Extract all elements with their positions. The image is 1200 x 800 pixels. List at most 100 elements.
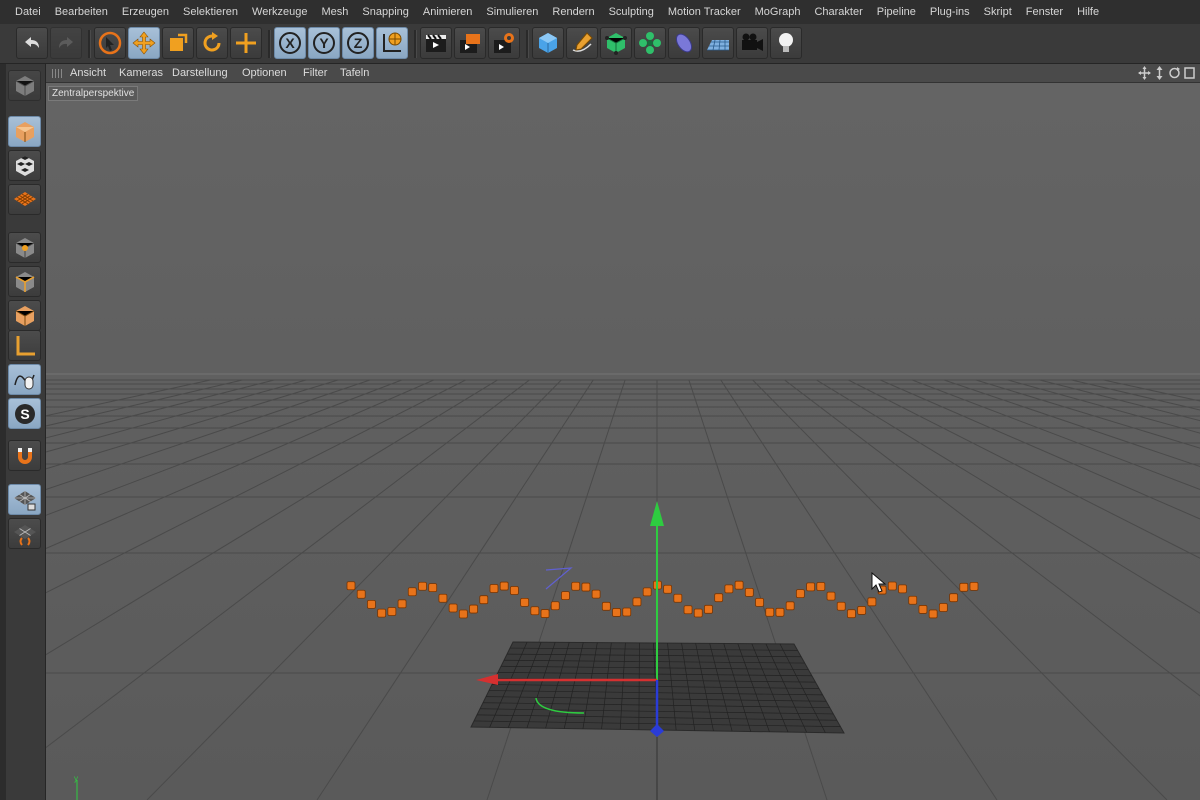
workplane-mode-button[interactable]	[8, 184, 41, 215]
cube-clone	[407, 587, 417, 597]
texture-mode-button[interactable]	[8, 150, 41, 181]
pen-spline-button[interactable]	[566, 27, 598, 59]
menu-mesh[interactable]: Mesh	[314, 6, 355, 18]
viewport-menu-tafeln[interactable]: Tafeln	[340, 67, 369, 79]
cube-clone	[806, 582, 815, 592]
3d-viewport[interactable]: y	[46, 83, 1200, 800]
floor-environment-button[interactable]	[702, 27, 734, 59]
cube-clone	[949, 593, 958, 603]
rotate-view-icon[interactable]	[1168, 66, 1181, 80]
cloner-button[interactable]	[634, 27, 666, 59]
edges-mode-button[interactable]	[8, 266, 41, 297]
pan-view-icon[interactable]	[1138, 66, 1151, 80]
menu-datei[interactable]: Datei	[8, 6, 48, 18]
menu-mograph[interactable]: MoGraph	[748, 6, 808, 18]
deformer-button[interactable]	[668, 27, 700, 59]
menu-hilfe[interactable]: Hilfe	[1070, 6, 1106, 18]
model-mode-icon	[15, 75, 34, 96]
menu-rendern[interactable]: Rendern	[545, 6, 601, 18]
cube-clone	[775, 607, 785, 617]
redo-button[interactable]	[50, 27, 82, 59]
menu-werkzeuge[interactable]: Werkzeuge	[245, 6, 314, 18]
menu-motion-tracker[interactable]: Motion Tracker	[661, 6, 748, 18]
points-mode-button[interactable]	[8, 232, 41, 263]
cube-clone	[765, 607, 775, 617]
polygons-mode-button[interactable]	[8, 300, 41, 331]
menu-fenster[interactable]: Fenster	[1019, 6, 1070, 18]
make-editable-button[interactable]	[8, 70, 41, 101]
move-tool-button[interactable]	[128, 27, 160, 59]
menu-pipeline[interactable]: Pipeline	[870, 6, 923, 18]
render-view-button[interactable]	[420, 27, 452, 59]
menu-skript[interactable]: Skript	[977, 6, 1019, 18]
viewport-scene[interactable]: y	[46, 83, 1200, 800]
camera-button[interactable]	[736, 27, 768, 59]
world-coordinates-button[interactable]	[376, 27, 408, 59]
rotate-icon	[203, 32, 221, 52]
cube-clone	[683, 605, 693, 615]
cube-clone	[642, 587, 652, 597]
menu-charakter[interactable]: Charakter	[807, 6, 869, 18]
scale-tool-button[interactable]	[162, 27, 194, 59]
menu-animieren[interactable]: Animieren	[416, 6, 480, 18]
workplane-lock-button[interactable]	[8, 484, 41, 515]
svg-text:X: X	[285, 35, 295, 51]
cube-clone	[479, 595, 489, 605]
tweak-mode-button[interactable]	[8, 364, 41, 395]
zoom-view-icon[interactable]	[1153, 66, 1166, 80]
x-axis-lock-button[interactable]: X	[274, 27, 306, 59]
menu-simulieren[interactable]: Simulieren	[479, 6, 545, 18]
cube-clone	[510, 586, 519, 595]
z-axis-lock-button[interactable]: Z	[342, 27, 374, 59]
cube-primitive-button[interactable]	[532, 27, 564, 59]
cube-clone	[377, 608, 387, 618]
pen-spline-icon	[572, 32, 593, 52]
y-axis-lock-button[interactable]: Y	[308, 27, 340, 59]
world-coordinates-icon	[383, 32, 402, 52]
model-mode-button[interactable]	[8, 116, 41, 147]
locked-workplane-button[interactable]	[8, 518, 41, 549]
cube-clone	[561, 591, 570, 600]
render-picture-viewer-button[interactable]	[454, 27, 486, 59]
rotate-tool-button[interactable]	[196, 27, 228, 59]
edges-mode-icon	[15, 271, 34, 292]
cube-clone	[581, 582, 591, 592]
subdivision-generator-button[interactable]	[600, 27, 632, 59]
panel-grip[interactable]	[52, 69, 62, 78]
viewport-menu-darstellung[interactable]: Darstellung	[172, 67, 228, 79]
cube-clone	[591, 589, 601, 599]
menu-plug-ins[interactable]: Plug-ins	[923, 6, 977, 18]
viewport-menu-filter[interactable]: Filter	[303, 67, 327, 79]
main-toolbar: X Y Z	[0, 24, 1200, 64]
solo-mode-button[interactable]: S	[8, 398, 41, 429]
light-button[interactable]	[770, 27, 802, 59]
enable-axis-button[interactable]	[8, 330, 41, 361]
menu-snapping[interactable]: Snapping	[355, 6, 416, 18]
render-settings-button[interactable]	[488, 27, 520, 59]
cube-clone	[785, 601, 795, 611]
live-selection-icon	[98, 31, 122, 55]
svg-text:Y: Y	[319, 35, 329, 51]
menu-sculpting[interactable]: Sculpting	[602, 6, 661, 18]
cube-clone	[489, 584, 499, 593]
undo-button[interactable]	[16, 27, 48, 59]
cube-clone	[499, 581, 509, 591]
workplane-lock-icon	[13, 490, 36, 510]
cube-clone	[887, 581, 897, 591]
maximize-view-icon[interactable]	[1183, 66, 1196, 80]
enable-axis-icon	[16, 335, 35, 355]
svg-text:S: S	[20, 406, 29, 422]
menu-selektieren[interactable]: Selektieren	[176, 6, 245, 18]
menu-bearbeiten[interactable]: Bearbeiten	[48, 6, 115, 18]
viewport-menu-kameras[interactable]: Kameras	[119, 67, 163, 79]
recent-tool-button[interactable]	[230, 27, 262, 59]
points-mode-icon	[15, 237, 34, 258]
cube-clone	[704, 604, 713, 614]
cube-clone	[755, 597, 764, 607]
cube-clone	[550, 601, 560, 611]
viewport-menu-ansicht[interactable]: Ansicht	[70, 67, 106, 79]
menu-erzeugen[interactable]: Erzeugen	[115, 6, 176, 18]
snapping-magnet-button[interactable]	[8, 440, 41, 471]
live-selection-button[interactable]	[94, 27, 126, 59]
viewport-menu-optionen[interactable]: Optionen	[242, 67, 287, 79]
